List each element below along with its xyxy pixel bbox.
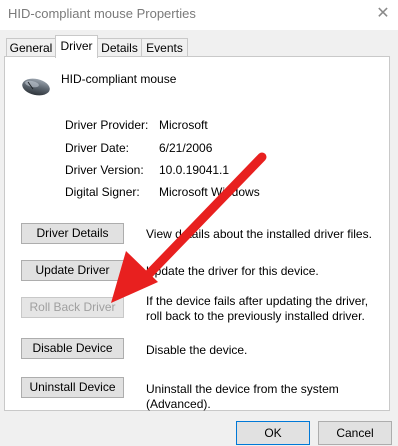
tab-general[interactable]: General <box>6 38 56 57</box>
disable-device-button[interactable]: Disable Device <box>21 338 124 359</box>
mouse-icon <box>22 78 50 96</box>
driver-date-value: 6/21/2006 <box>159 141 213 155</box>
driver-provider-label: Driver Provider: <box>65 118 149 132</box>
window-title: HID-compliant mouse Properties <box>8 6 196 21</box>
ok-button[interactable]: OK <box>236 421 310 445</box>
update-driver-description: Update the driver for this device. <box>146 264 319 278</box>
digital-signer-label: Digital Signer: <box>65 185 140 199</box>
driver-date-label: Driver Date: <box>65 141 130 155</box>
title-bar: HID-compliant mouse Properties ✕ <box>0 0 398 30</box>
cancel-button[interactable]: Cancel <box>318 421 392 445</box>
driver-provider-value: Microsoft <box>159 118 208 132</box>
device-name: HID-compliant mouse <box>61 72 177 86</box>
uninstall-device-description: Uninstall the device from the system (Ad… <box>146 382 339 411</box>
disable-device-description: Disable the device. <box>146 343 248 357</box>
close-icon[interactable]: ✕ <box>372 3 394 25</box>
driver-version-label: Driver Version: <box>65 163 144 177</box>
tab-driver[interactable]: Driver <box>55 35 98 58</box>
driver-version-value: 10.0.19041.1 <box>159 163 230 177</box>
tab-events[interactable]: Events <box>141 38 188 57</box>
driver-details-button[interactable]: Driver Details <box>21 223 124 244</box>
driver-details-description: View details about the installed driver … <box>146 227 372 241</box>
update-driver-button[interactable]: Update Driver <box>21 260 124 281</box>
roll-back-driver-button[interactable]: Roll Back Driver <box>21 297 124 318</box>
tab-details[interactable]: Details <box>97 38 142 57</box>
uninstall-device-button[interactable]: Uninstall Device <box>21 377 124 398</box>
digital-signer-value: Microsoft Windows <box>159 185 260 199</box>
roll-back-driver-description: If the device fails after updating the d… <box>146 294 369 323</box>
